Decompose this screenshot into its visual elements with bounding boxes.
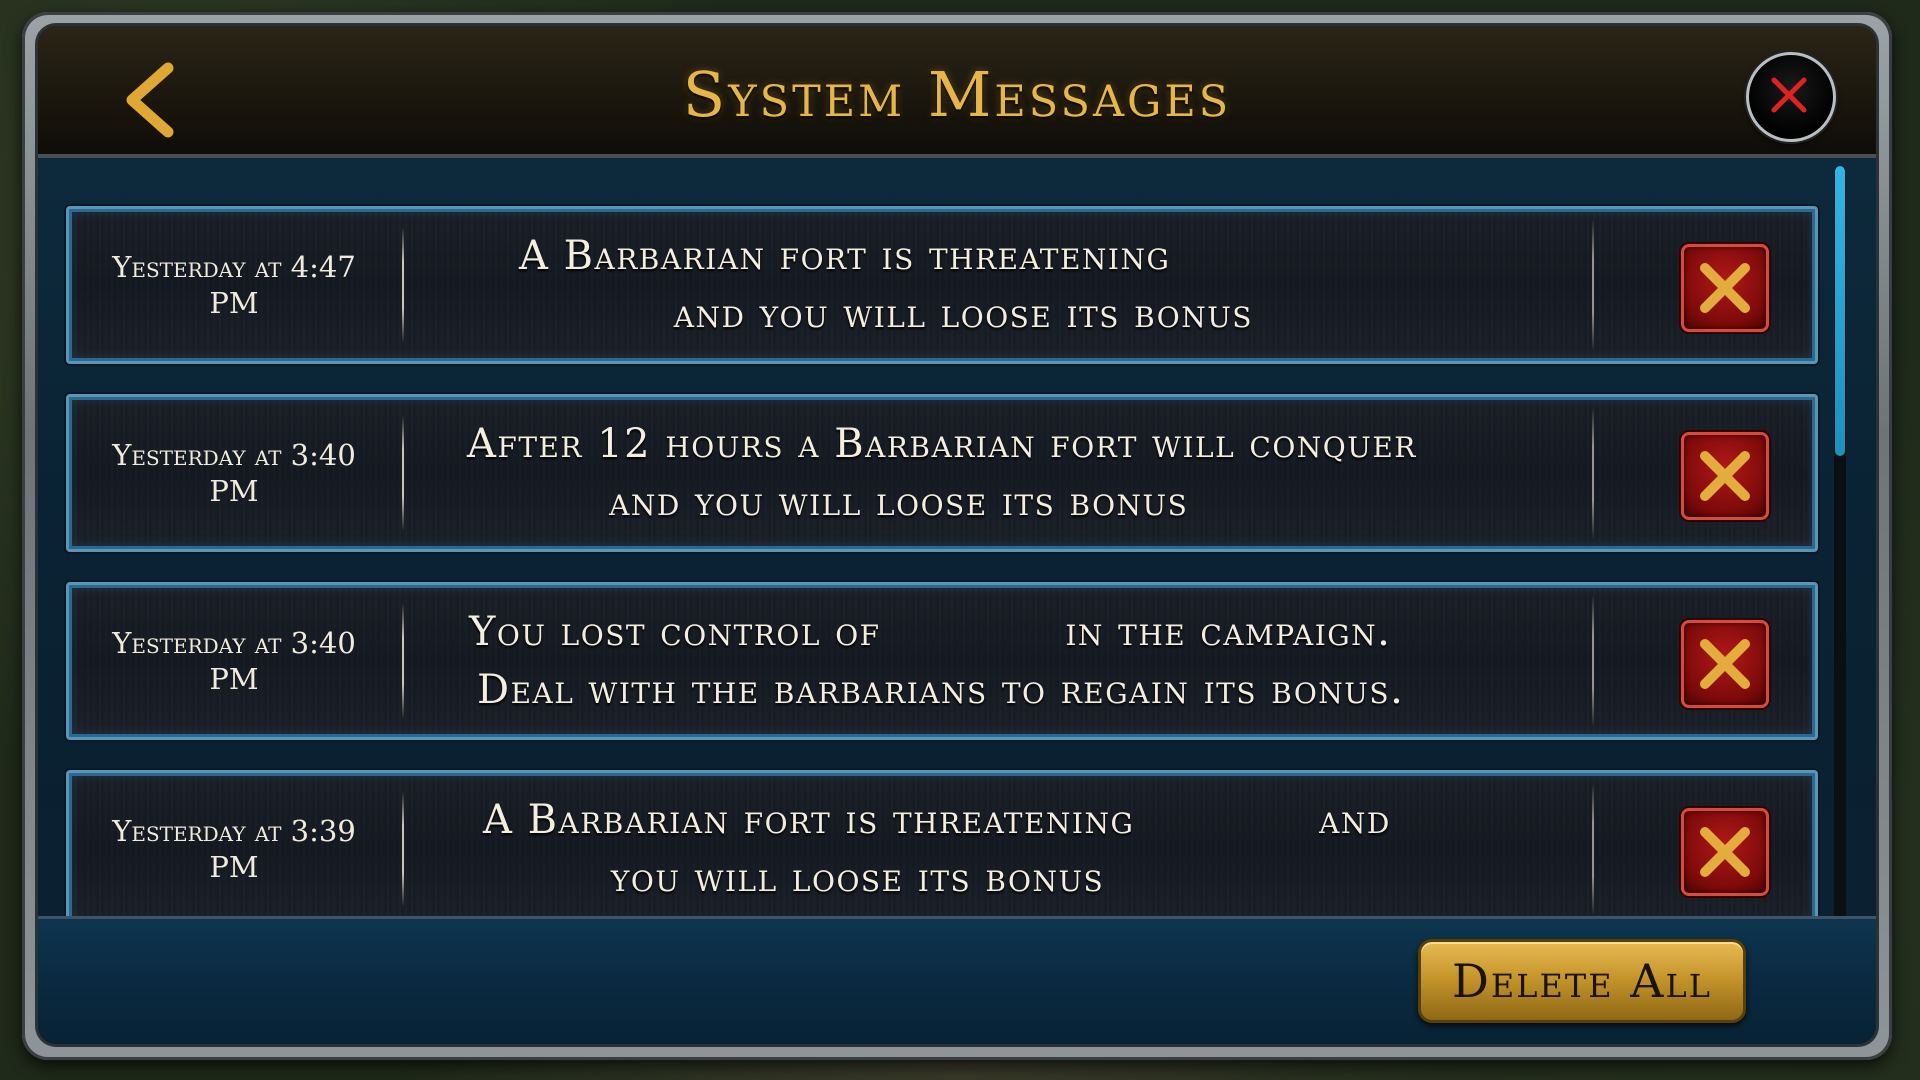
message-line-2: and you will loose its bonus [467, 479, 1189, 525]
page-title: System Messages [682, 58, 1232, 131]
divider [402, 415, 404, 531]
close-icon [1771, 77, 1807, 113]
close-button[interactable] [1746, 52, 1836, 142]
delete-message-button[interactable] [1681, 432, 1769, 520]
message-text: A Barbarian fort is threatening and you … [429, 773, 1569, 925]
divider [402, 227, 404, 343]
dialog-frame: System Messages Yesterday at 4:47 PM A B… [22, 12, 1892, 1060]
message-row: Yesterday at 4:47 PM A Barbarian fort is… [66, 206, 1818, 364]
message-line-2: Deal with the barbarians to regain its b… [477, 667, 1405, 713]
message-list[interactable]: Yesterday at 4:47 PM A Barbarian fort is… [38, 158, 1876, 959]
scrollbar-thumb[interactable] [1835, 166, 1845, 456]
message-timestamp: Yesterday at 3:39 PM [112, 814, 356, 884]
message-row: Yesterday at 3:40 PM After 12 hours a Ba… [66, 394, 1818, 552]
message-line-1: A Barbarian fort is threatening and [483, 797, 1391, 843]
delete-message-button[interactable] [1681, 808, 1769, 896]
message-timestamp: Yesterday at 3:40 PM [112, 438, 356, 508]
message-line-2: and you will loose its bonus [489, 291, 1253, 337]
dialog-header: System Messages [38, 26, 1876, 158]
delete-all-button[interactable]: Delete All [1418, 939, 1746, 1023]
x-icon [1700, 639, 1750, 689]
message-text: A Barbarian fort is threatening and you … [429, 209, 1569, 361]
dialog-footer: Delete All [38, 916, 1876, 1044]
delete-message-button[interactable] [1681, 620, 1769, 708]
message-text: You lost control of in the campaign. Dea… [429, 585, 1569, 737]
message-line-2: you will loose its bonus [483, 855, 1105, 901]
scrollbar[interactable] [1834, 166, 1846, 936]
x-icon [1700, 451, 1750, 501]
dialog-body: System Messages Yesterday at 4:47 PM A B… [38, 26, 1876, 1044]
divider [1592, 219, 1594, 351]
delete-message-button[interactable] [1681, 244, 1769, 332]
divider [402, 791, 404, 907]
divider [1592, 407, 1594, 539]
message-timestamp: Yesterday at 3:40 PM [112, 626, 356, 696]
x-icon [1700, 263, 1750, 313]
message-row: Yesterday at 3:39 PM A Barbarian fort is… [66, 770, 1818, 928]
message-timestamp: Yesterday at 4:47 PM [112, 250, 356, 320]
x-icon [1700, 827, 1750, 877]
divider [402, 603, 404, 719]
message-line-1: You lost control of in the campaign. [469, 609, 1392, 655]
message-line-1: After 12 hours a Barbarian fort will con… [467, 421, 1417, 467]
message-row: Yesterday at 3:40 PM You lost control of… [66, 582, 1818, 740]
divider [1592, 783, 1594, 915]
message-text: After 12 hours a Barbarian fort will con… [429, 397, 1569, 549]
message-line-1: A Barbarian fort is threatening [519, 233, 1171, 279]
divider [1592, 595, 1594, 727]
